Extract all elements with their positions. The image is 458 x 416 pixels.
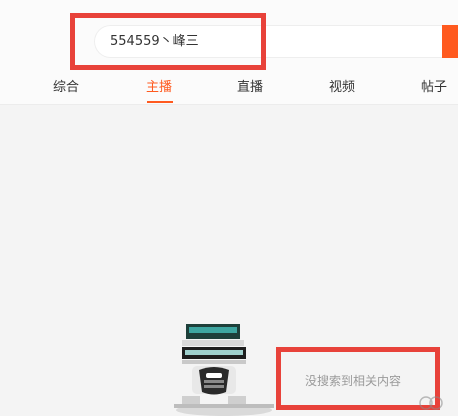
tab-videos[interactable]: 视频	[329, 76, 355, 95]
search-button[interactable]	[442, 25, 458, 58]
highlight-empty-message-box	[276, 347, 440, 410]
tab-streamers[interactable]: 主播	[146, 76, 172, 95]
tab-live[interactable]: 直播	[237, 76, 263, 95]
highlight-search-query-box	[70, 13, 266, 70]
search-results-page: 综合 主播 直播 视频 帖子 没搜索到相关内容	[0, 0, 458, 416]
watermark-icon	[419, 396, 443, 410]
active-tab-indicator	[147, 101, 173, 103]
tab-all[interactable]: 综合	[53, 76, 79, 95]
robot-computer-icon	[174, 324, 274, 416]
tab-posts[interactable]: 帖子	[421, 76, 447, 95]
result-tabs: 综合 主播 直播 视频 帖子	[0, 70, 458, 104]
